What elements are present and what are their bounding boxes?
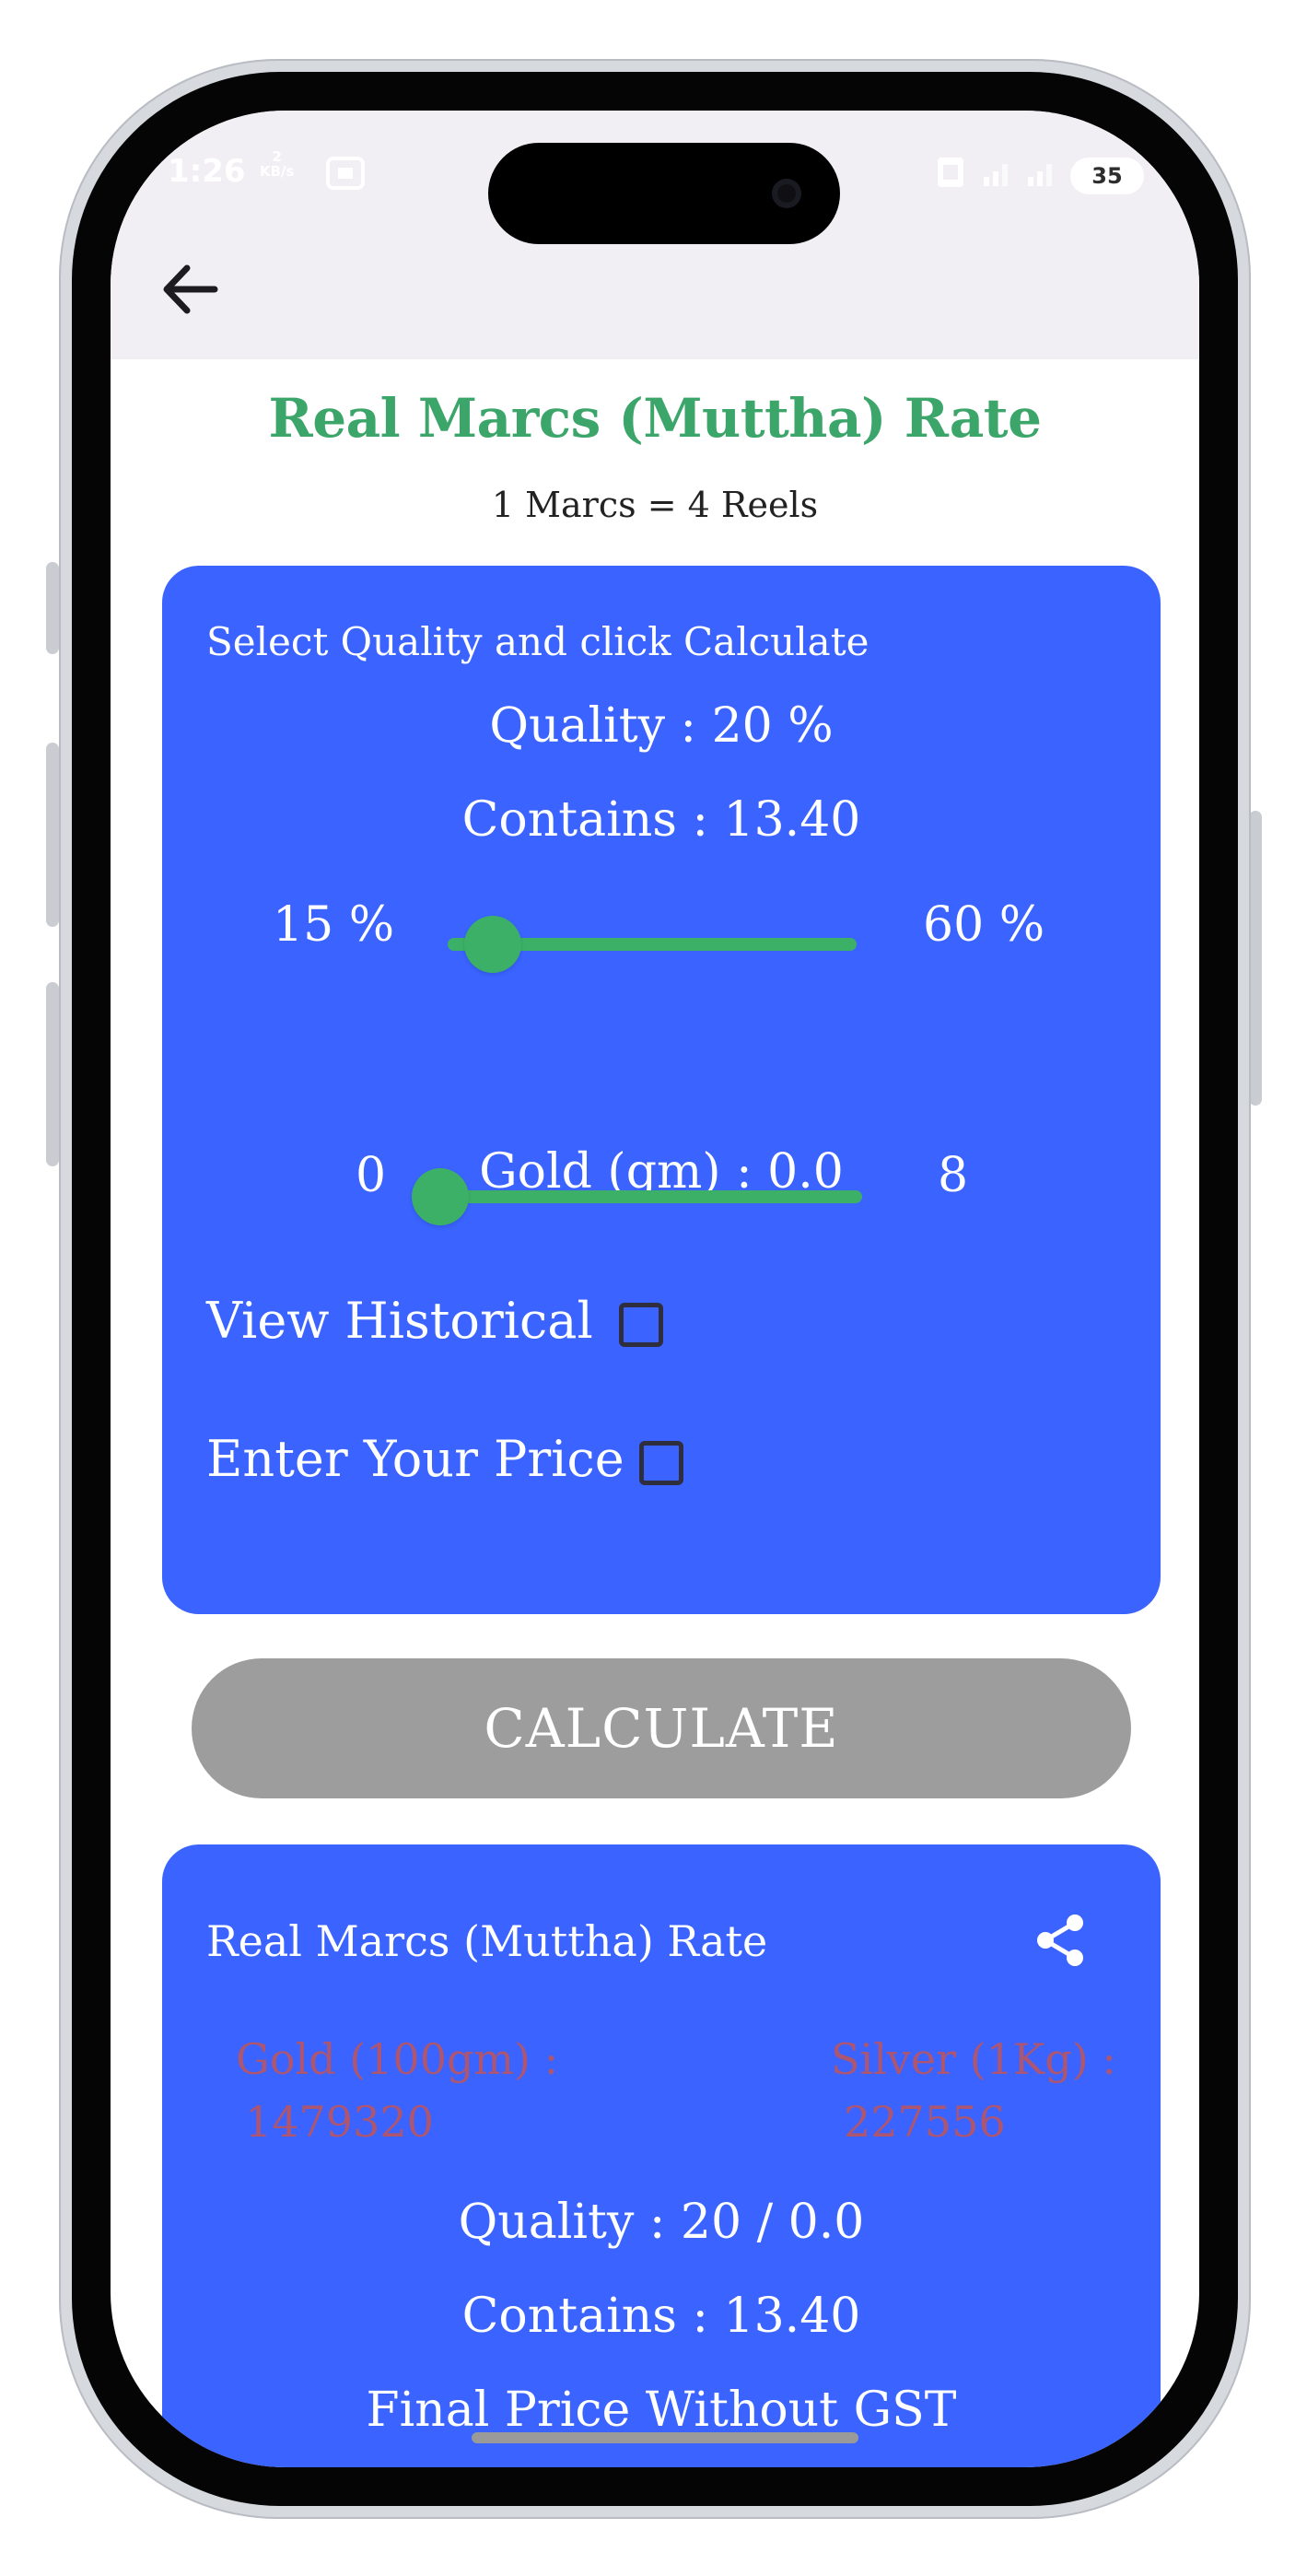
quality-slider-thumb[interactable] (464, 916, 522, 973)
gold-weight-slider[interactable] (412, 1168, 862, 1225)
battery-icon: 35 (1070, 158, 1144, 194)
arrow-left-icon (163, 264, 218, 314)
network-speed: 2 KB/s (260, 148, 295, 180)
quality-slider[interactable] (448, 916, 857, 973)
gold-rate-value: 1479320 (245, 2097, 434, 2147)
action-button (46, 562, 59, 654)
share-icon (1037, 1914, 1083, 1966)
gold-max-label: 8 (938, 1148, 969, 1203)
home-indicator (472, 2432, 858, 2443)
gold-min-label: 0 (356, 1148, 387, 1203)
power-button (1249, 811, 1262, 1106)
volume-up-button (46, 743, 59, 927)
final-price-label: Final Price Without GST (366, 2383, 957, 2438)
page-title: Real Marcs (Muttha) Rate (268, 387, 1043, 450)
status-right: 35 (932, 146, 1144, 206)
share-button[interactable] (1022, 1902, 1100, 1979)
volume-down-button (46, 982, 59, 1166)
result-card: Real Marcs (Muttha) Rate Gold (100gm) : … (162, 1844, 1161, 2467)
enter-price-label: Enter Your Price (206, 1430, 624, 1488)
quality-input-card: Select Quality and click Calculate Quali… (162, 566, 1161, 1614)
result-title: Real Marcs (Muttha) Rate (206, 1916, 768, 1966)
screenshot-icon (324, 155, 367, 200)
silver-rate-value: 227556 (844, 2097, 1006, 2147)
front-camera (772, 179, 801, 208)
sim-icon (932, 154, 969, 199)
back-button[interactable] (147, 247, 232, 332)
view-historical-label: View Historical (206, 1292, 593, 1350)
signal-icon-2 (1026, 157, 1057, 196)
status-time: 1:26 (168, 153, 246, 190)
phone-screen: 1:26 2 KB/s 35 Real Marcs (Muttha) Rate … (111, 111, 1199, 2467)
gold-slider-track (429, 1190, 862, 1203)
quality-min-label: 15 % (273, 897, 395, 953)
signal-icon-1 (982, 157, 1013, 196)
result-contains: Contains : 13.40 (461, 2289, 861, 2344)
quality-max-label: 60 % (923, 897, 1045, 953)
instruction-text: Select Quality and click Calculate (206, 619, 869, 664)
conversion-note: 1 Marcs = 4 Reels (491, 485, 819, 525)
view-historical-checkbox[interactable] (619, 1303, 663, 1347)
quality-display: Quality : 20 % (489, 698, 834, 754)
gold-slider-thumb[interactable] (412, 1168, 469, 1225)
calculate-button[interactable]: CALCULATE (192, 1658, 1131, 1798)
enter-price-checkbox[interactable] (639, 1441, 683, 1485)
gold-rate-label: Gold (100gm) : (236, 2034, 559, 2084)
contains-display: Contains : 13.40 (461, 792, 861, 848)
result-quality: Quality : 20 / 0.0 (458, 2195, 865, 2250)
silver-rate-label: Silver (1Kg) : (831, 2034, 1116, 2084)
